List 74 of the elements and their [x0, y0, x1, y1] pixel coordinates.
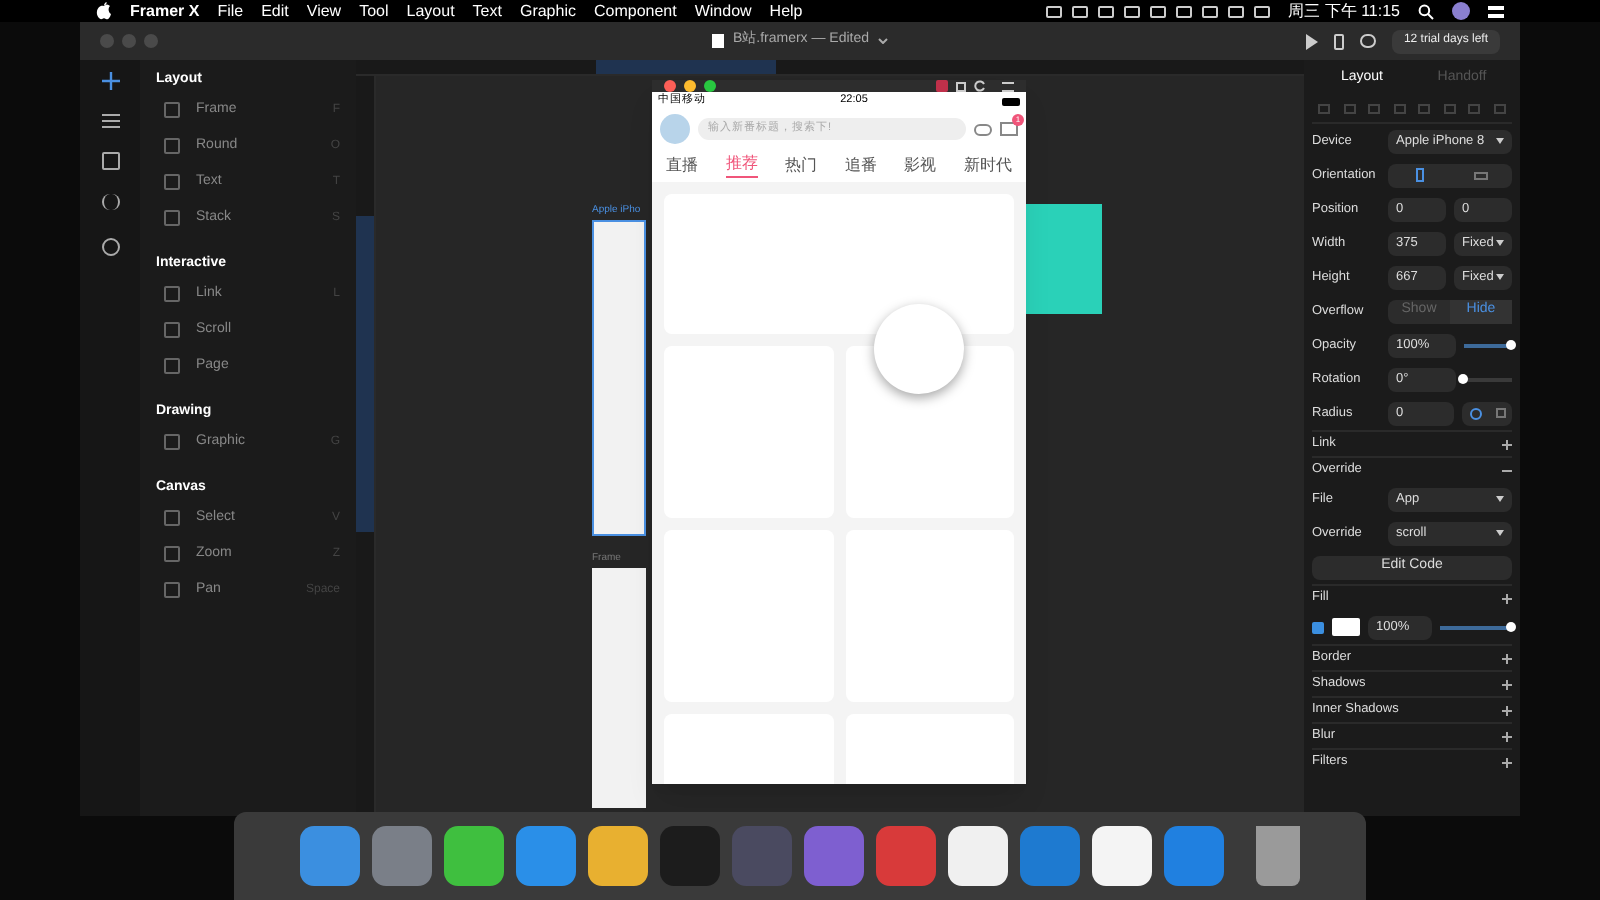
- square-icon[interactable]: [1495, 408, 1505, 418]
- menu-icon[interactable]: [101, 114, 119, 128]
- search-icon[interactable]: [1418, 3, 1434, 19]
- tool-icon: [164, 322, 180, 338]
- channel-tab[interactable]: 热门: [785, 153, 818, 177]
- tool-icon: [164, 174, 180, 190]
- tool-icon: [164, 510, 180, 526]
- close-button[interactable]: [664, 80, 676, 92]
- app-icon[interactable]: [948, 826, 1008, 886]
- slider-thumb[interactable]: [1506, 340, 1516, 350]
- menu-item[interactable]: Layout: [406, 0, 455, 23]
- color-swatch[interactable]: [1332, 618, 1360, 636]
- menu-clock[interactable]: 周三 下午 11:15: [1288, 0, 1400, 23]
- app-icon[interactable]: [1092, 826, 1152, 886]
- avatar-icon[interactable]: [1452, 2, 1470, 20]
- chevron-down-icon[interactable]: [877, 38, 888, 44]
- cube-icon[interactable]: [101, 238, 119, 256]
- channel-tab[interactable]: 直播: [666, 153, 698, 177]
- plus-icon[interactable]: [1502, 439, 1512, 449]
- slider-thumb[interactable]: [1458, 374, 1468, 384]
- menu-item[interactable]: Help: [769, 0, 803, 23]
- plus-icon[interactable]: [1502, 593, 1512, 603]
- caret-icon: [1496, 240, 1504, 246]
- plus-icon[interactable]: [101, 72, 119, 90]
- comment-icon[interactable]: [1359, 34, 1376, 48]
- plus-icon[interactable]: [1502, 731, 1512, 741]
- menu-item[interactable]: Graphic: [519, 0, 576, 23]
- menu-item[interactable]: Tool: [359, 0, 389, 23]
- caret-icon: [1496, 530, 1504, 536]
- checkbox[interactable]: [1312, 621, 1324, 633]
- menu-item[interactable]: Component: [593, 0, 677, 23]
- frame[interactable]: [592, 219, 646, 535]
- app-menu[interactable]: Framer X: [130, 0, 200, 23]
- tool-icon: [164, 210, 180, 226]
- plus-icon[interactable]: [1502, 705, 1512, 715]
- battery-icon: [1001, 97, 1020, 105]
- minus-icon[interactable]: [1502, 465, 1512, 475]
- menu-item[interactable]: Edit: [261, 0, 289, 23]
- channel-tab[interactable]: 新时代: [963, 153, 1012, 177]
- caret-icon: [1496, 274, 1504, 280]
- gamepad-icon[interactable]: [974, 123, 992, 135]
- caret-icon: [1496, 138, 1504, 144]
- refresh-icon[interactable]: [974, 80, 986, 92]
- tool-icon: [164, 138, 180, 154]
- status-icons[interactable]: [1046, 5, 1271, 17]
- tool-icon: [164, 434, 180, 450]
- slider[interactable]: [1440, 619, 1512, 635]
- grid-icon[interactable]: [101, 152, 119, 170]
- zoom-button[interactable]: [704, 80, 716, 92]
- plus-icon[interactable]: [1502, 757, 1512, 767]
- menu-item[interactable]: File: [217, 0, 244, 23]
- caret-icon: [1496, 496, 1504, 502]
- slider[interactable]: [1464, 371, 1512, 387]
- apple-icon[interactable]: [96, 2, 112, 20]
- document-icon: [712, 34, 725, 48]
- plus-icon[interactable]: [1502, 653, 1512, 663]
- channel-tab[interactable]: 追番: [844, 153, 877, 177]
- tool-icon: [164, 582, 180, 598]
- tool-icon: [164, 102, 180, 118]
- tool-icon: [164, 358, 180, 374]
- menu-item[interactable]: View: [306, 0, 342, 23]
- phone-icon[interactable]: [1333, 33, 1344, 49]
- tool-icon: [164, 286, 180, 302]
- menu-item[interactable]: Text: [472, 0, 502, 23]
- plus-icon[interactable]: [1502, 679, 1512, 689]
- app-icon[interactable]: [444, 826, 504, 886]
- slider[interactable]: [1464, 337, 1512, 353]
- tool-icon: [164, 546, 180, 562]
- app-icon[interactable]: [588, 826, 648, 886]
- minimize-button[interactable]: [684, 80, 696, 92]
- channel-tab[interactable]: 影视: [904, 153, 937, 177]
- menu-item[interactable]: Window: [694, 0, 752, 23]
- list-icon[interactable]: [1488, 5, 1504, 17]
- slider-thumb[interactable]: [1506, 622, 1516, 632]
